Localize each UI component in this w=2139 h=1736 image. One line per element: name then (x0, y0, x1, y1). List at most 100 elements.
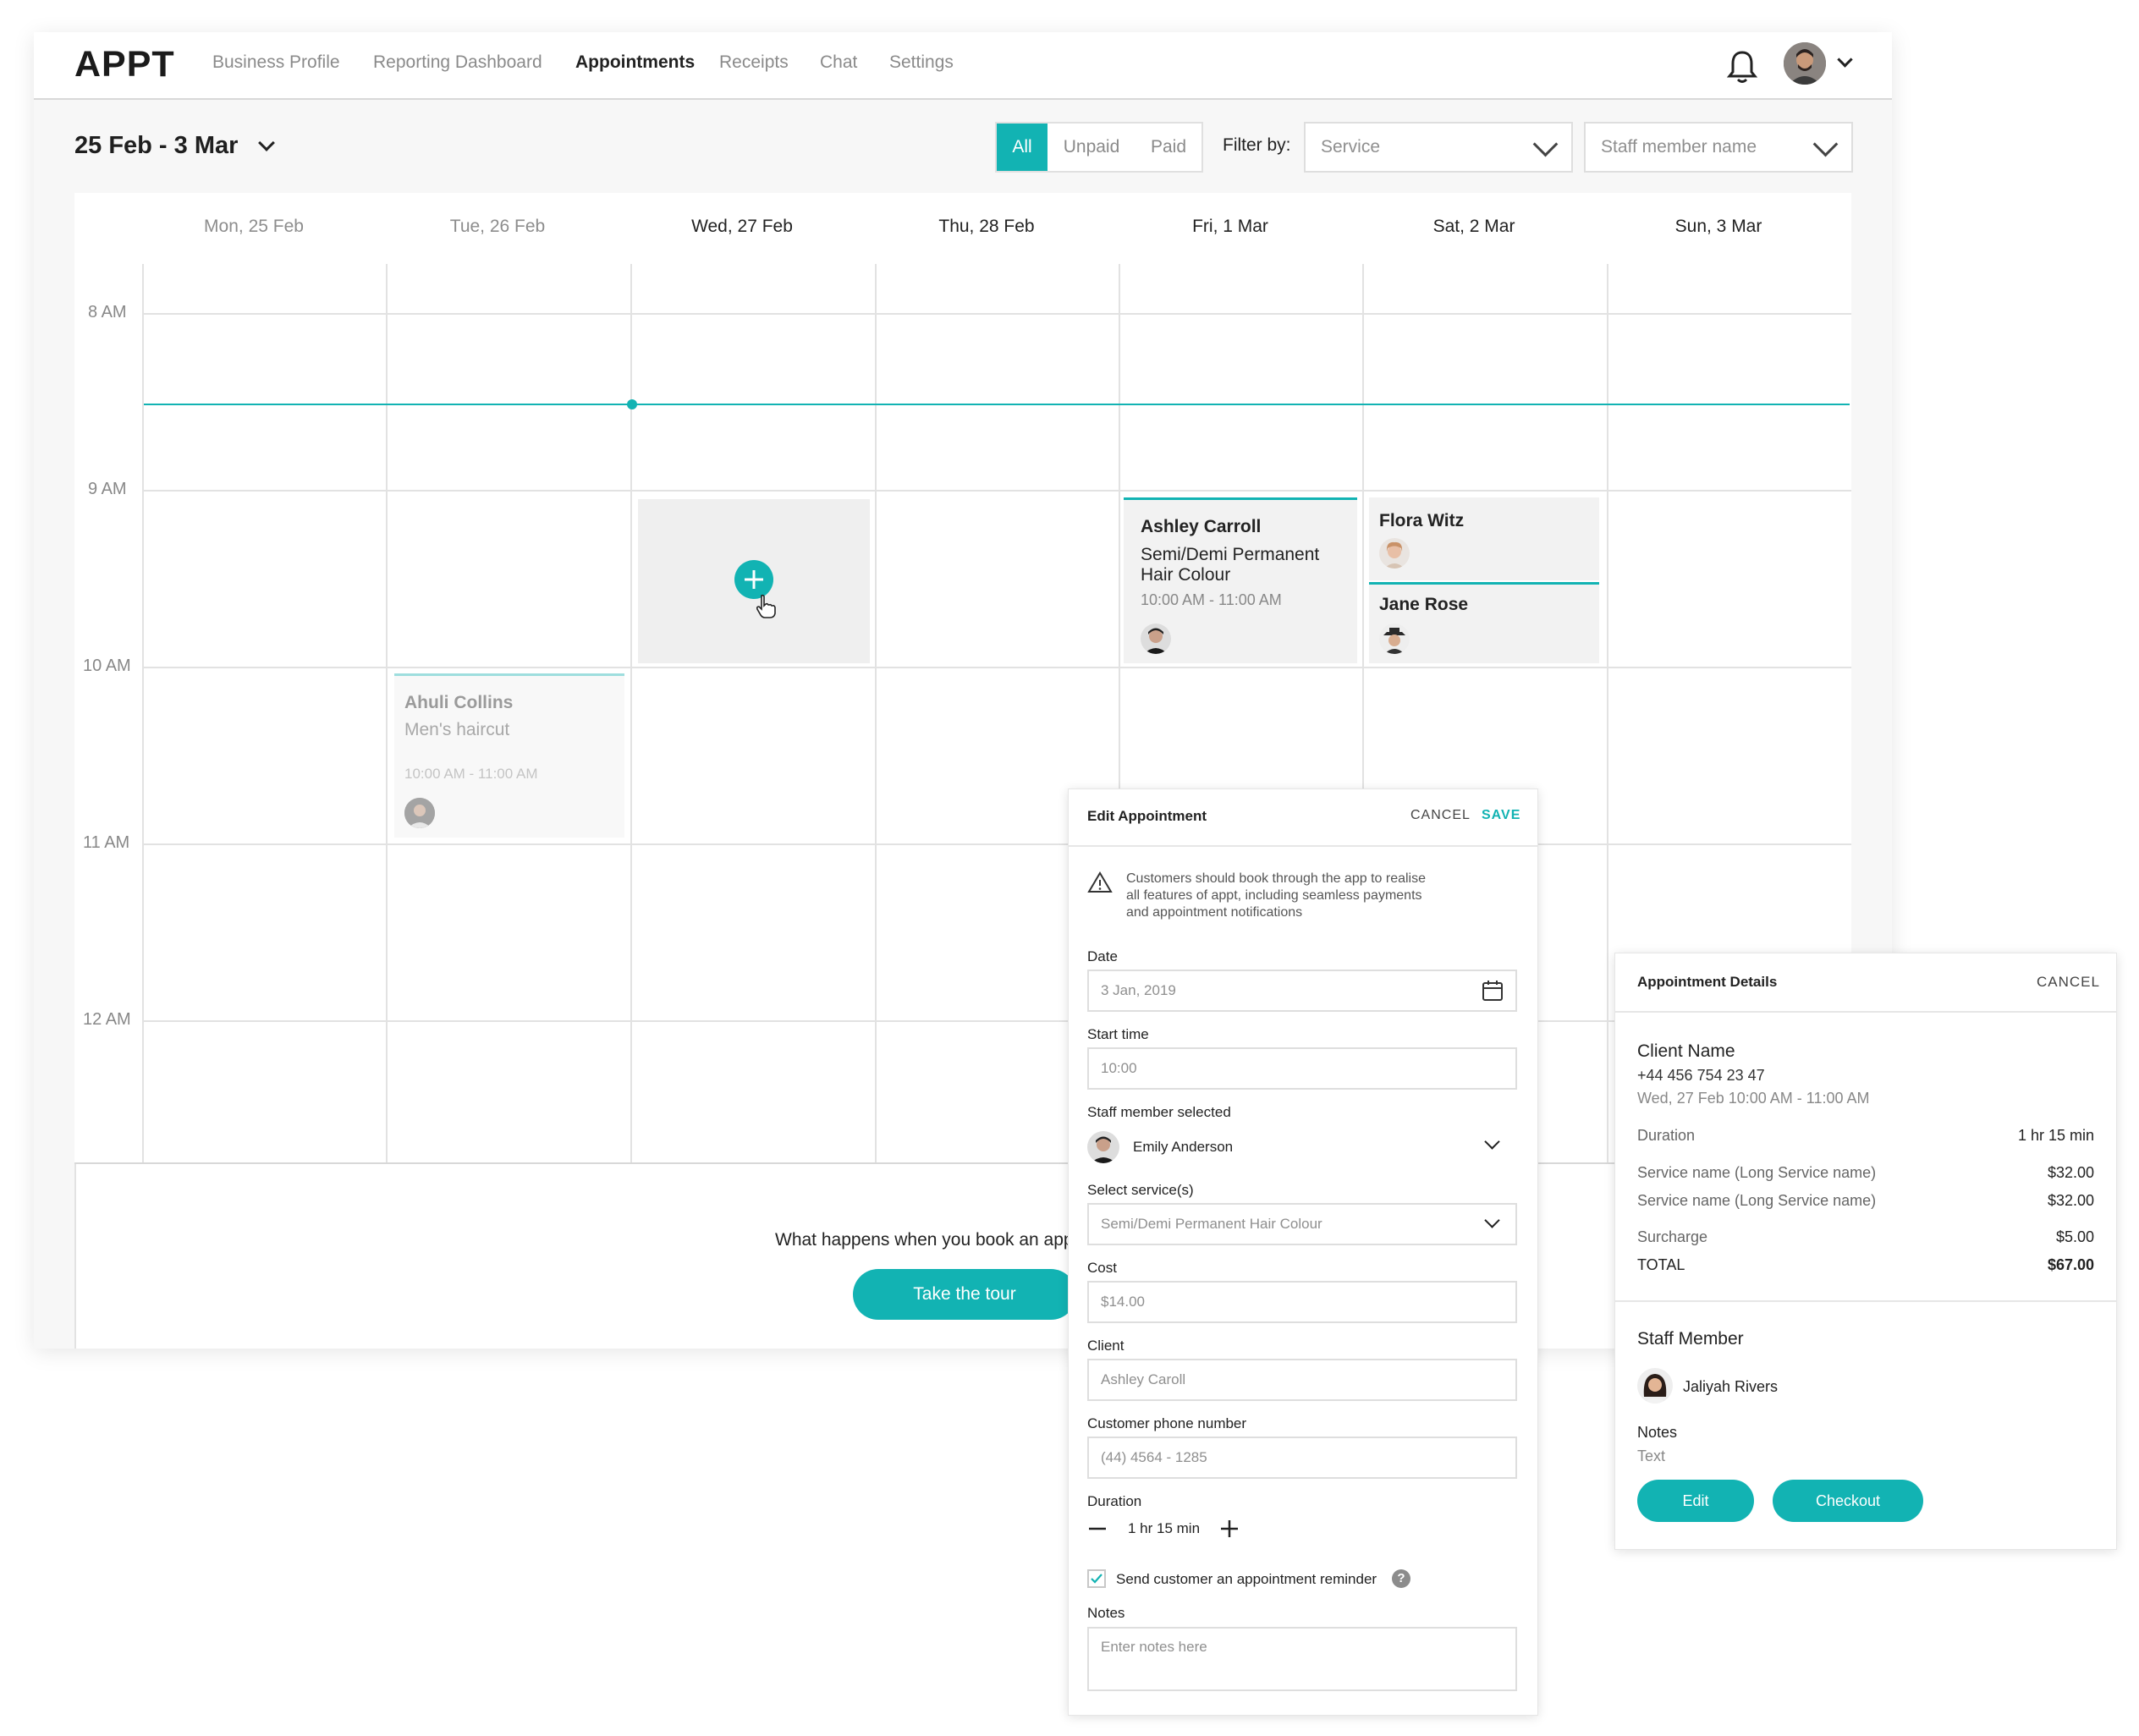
checkmark-icon (1091, 1574, 1102, 1584)
staff-filter-dropdown[interactable]: Staff member name (1584, 122, 1853, 173)
duration-label: Duration (1637, 1127, 1696, 1144)
staff-select[interactable]: Emily Anderson (1087, 1131, 1517, 1165)
tour-banner: What happens when you book an app Take t… (74, 1164, 1851, 1349)
appointment-client-name: Ashley Carroll (1141, 517, 1262, 536)
panel-title: Appointment Details (1637, 974, 1778, 990)
tour-text: What happens when you book an app (775, 1230, 1074, 1250)
appointment-card-jane-rose[interactable]: Jane Rose (1369, 582, 1599, 663)
staff-selected-value: Emily Anderson (1133, 1139, 1234, 1155)
bell-icon[interactable] (1726, 49, 1758, 85)
segment-unpaid[interactable]: Unpaid (1048, 124, 1135, 171)
service-filter-dropdown[interactable]: Service (1304, 122, 1573, 173)
cost-field[interactable]: $14.00 (1087, 1281, 1517, 1323)
week-calendar: Mon, 25 Feb Tue, 26 Feb Wed, 27 Feb Thu,… (74, 193, 1851, 1349)
grid-line (142, 264, 144, 1164)
chevron-down-icon[interactable] (258, 135, 275, 151)
plus-icon[interactable] (1219, 1519, 1240, 1539)
client-label: Client (1087, 1338, 1124, 1354)
grid-line (875, 264, 877, 1164)
appointment-card-ashley-carroll[interactable]: Ashley Carroll Semi/Demi Permanent Hair … (1124, 497, 1357, 663)
client-field[interactable]: Ashley Caroll (1087, 1359, 1517, 1401)
appointment-service-line2: Hair Colour (1141, 565, 1231, 585)
help-icon[interactable]: ? (1392, 1569, 1410, 1588)
warning-line: all features of appt, including seamless… (1126, 888, 1422, 903)
top-navigation-bar: APPT Business Profile Reporting Dashboar… (34, 32, 1892, 100)
day-header-sat: Sat, 2 Mar (1432, 217, 1515, 236)
edit-button[interactable]: Edit (1637, 1480, 1754, 1522)
time-label-10am: 10 AM (83, 656, 131, 675)
reminder-label: Send customer an appointment reminder (1116, 1571, 1377, 1587)
duration-label: Duration (1087, 1493, 1142, 1509)
chevron-down-icon[interactable] (1837, 52, 1853, 68)
client-name: Client Name (1637, 1041, 1735, 1061)
staff-member-name: Jaliyah Rivers (1683, 1378, 1779, 1395)
day-header-fri: Fri, 1 Mar (1192, 217, 1268, 236)
grid-line (142, 1020, 1851, 1022)
staff-label: Staff member selected (1087, 1104, 1231, 1120)
chevron-down-icon (1532, 131, 1559, 157)
grid-line (142, 843, 1851, 845)
chevron-down-icon (1812, 131, 1839, 157)
nav-receipts[interactable]: Receipts (719, 52, 789, 73)
nav-settings[interactable]: Settings (889, 52, 954, 73)
start-time-label: Start time (1087, 1026, 1149, 1042)
cancel-button[interactable]: CANCEL (2037, 974, 2100, 991)
hand-cursor-icon (756, 594, 776, 618)
service-select[interactable]: Semi/Demi Permanent Hair Colour (1087, 1203, 1517, 1245)
app-window: APPT Business Profile Reporting Dashboar… (34, 32, 1892, 1349)
time-label-8am: 8 AM (88, 303, 127, 321)
staff-avatar-image (1087, 1131, 1119, 1163)
new-appointment-slot[interactable] (638, 499, 870, 663)
surcharge-value: $5.00 (2055, 1228, 2094, 1245)
phone-value: (44) 4564 - 1285 (1101, 1449, 1207, 1465)
nav-chat[interactable]: Chat (820, 52, 857, 73)
service-line-label: Service name (Long Service name) (1637, 1192, 1877, 1209)
grid-line (1607, 264, 1608, 1164)
appointment-card-flora-witz[interactable]: Flora Witz (1369, 497, 1599, 580)
minus-icon[interactable] (1087, 1519, 1108, 1539)
date-field[interactable]: 3 Jan, 2019 (1087, 970, 1517, 1012)
duration-value: 1 hr 15 min (2017, 1127, 2094, 1144)
calendar-icon[interactable] (1482, 980, 1504, 1002)
staff-avatar-image (1379, 538, 1410, 569)
segment-all[interactable]: All (997, 124, 1048, 171)
nav-business-profile[interactable]: Business Profile (212, 52, 340, 73)
date-range-title[interactable]: 25 Feb - 3 Mar (74, 132, 238, 160)
appointment-service: Men's haircut (404, 720, 510, 739)
segment-paid[interactable]: Paid (1135, 124, 1201, 171)
phone-field[interactable]: (44) 4564 - 1285 (1087, 1437, 1517, 1479)
staff-avatar (1087, 1131, 1119, 1163)
start-time-field[interactable]: 10:00 (1087, 1047, 1517, 1090)
cancel-button[interactable]: CANCEL (1410, 808, 1471, 823)
notes-heading: Notes (1637, 1424, 1678, 1441)
notes-placeholder: Enter notes here (1101, 1639, 1207, 1655)
day-header-sun: Sun, 3 Mar (1674, 217, 1762, 236)
warning-icon (1087, 871, 1113, 893)
staff-avatar (1637, 1368, 1673, 1404)
nav-reporting-dashboard[interactable]: Reporting Dashboard (373, 52, 542, 73)
appointment-client-name: Jane Rose (1379, 595, 1469, 614)
staff-avatar-image (1637, 1368, 1673, 1404)
save-button[interactable]: SAVE (1482, 808, 1520, 823)
staff-member-heading: Staff Member (1637, 1329, 1744, 1349)
warning-line: and appointment notifications (1126, 905, 1303, 920)
appointment-time: 10:00 AM - 11:00 AM (1141, 591, 1282, 608)
current-time-line (144, 404, 1850, 405)
cost-value: $14.00 (1101, 1294, 1145, 1310)
service-filter-value: Service (1321, 137, 1381, 157)
appointment-card-ahuli-collins[interactable]: Ahuli Collins Men's haircut 10:00 AM - 1… (394, 673, 624, 838)
nav-appointments[interactable]: Appointments (575, 52, 695, 73)
service-value: Semi/Demi Permanent Hair Colour (1101, 1216, 1322, 1232)
time-label-11am: 11 AM (83, 833, 130, 852)
user-avatar-image (1784, 42, 1826, 85)
service-line-value: $32.00 (2047, 1164, 2094, 1181)
take-the-tour-button[interactable]: Take the tour (853, 1269, 1076, 1320)
user-avatar[interactable] (1784, 42, 1826, 85)
notes-textarea[interactable]: Enter notes here (1087, 1627, 1517, 1691)
day-header-tue: Tue, 26 Feb (449, 217, 546, 236)
checkout-button[interactable]: Checkout (1773, 1480, 1923, 1522)
day-header-wed: Wed, 27 Feb (691, 217, 793, 236)
reminder-checkbox[interactable] (1087, 1569, 1106, 1588)
appointment-when: Wed, 27 Feb 10:00 AM - 11:00 AM (1637, 1090, 1870, 1107)
day-header-mon: Mon, 25 Feb (204, 217, 304, 236)
